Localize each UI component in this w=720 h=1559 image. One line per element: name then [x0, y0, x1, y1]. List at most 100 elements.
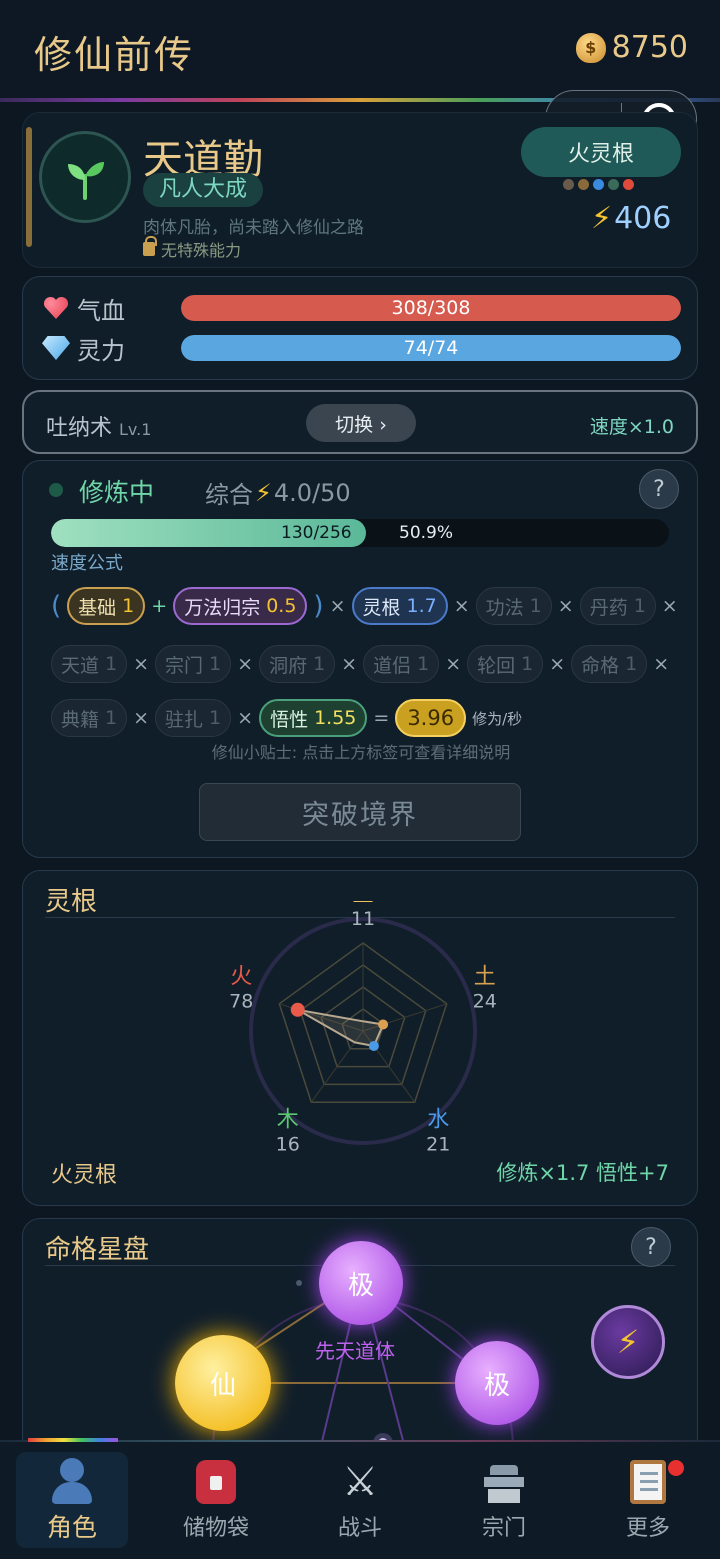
spirit-root-name: 火灵根 [51, 1163, 118, 1188]
formula-line-2: 天道 1 × 宗门 1 × 洞府 1 × 道侣 1 × 轮回 1 × 命格 1 × [51, 645, 669, 683]
avatar[interactable] [39, 131, 131, 223]
radar-element-value: 16 [276, 1134, 300, 1156]
cultivation-progress-bar: 130/256 50.9% [51, 519, 669, 547]
lightning-icon: ⚡ [255, 478, 272, 507]
switch-technique-button[interactable]: 切换 › [306, 404, 416, 442]
trait-label: 先天道体 [315, 1339, 395, 1363]
factor-reincarnation[interactable]: 轮回 1 [467, 645, 544, 683]
close-paren: ) [313, 591, 324, 621]
radar-point [368, 1040, 379, 1051]
coin-balance: $ 8750 [575, 30, 688, 65]
ability-row: 无特殊能力 [143, 236, 241, 261]
nav-character[interactable]: 角色 [16, 1452, 128, 1548]
technique-name: 吐纳术 Lv.1 [46, 410, 151, 442]
mp-label: 灵力 [77, 336, 125, 365]
mp-row: 灵力 74/74 [41, 331, 681, 365]
technique-speed: 速度×1.0 [589, 416, 674, 438]
progress-percent: 50.9% [399, 523, 454, 543]
bottom-nav: 角色 储物袋 ⚔ 战斗 宗门 更多 [0, 1442, 720, 1559]
times-sign: × [549, 653, 566, 675]
nav-label: 角色 [46, 1513, 97, 1542]
factor-value: 1 [313, 653, 326, 675]
radar-element-label: 土 [474, 964, 496, 989]
root-dot [593, 179, 604, 190]
help-button[interactable]: ? [631, 1227, 671, 1267]
factor-fate[interactable]: 命格 1 [571, 645, 648, 683]
radar-element-value: 21 [426, 1134, 450, 1156]
nav-label: 储物袋 [182, 1516, 249, 1541]
spirit-root-radar: 金11 土24 水21 木16 火78 [229, 901, 497, 1156]
header: 修仙前传 $ 8750 [0, 0, 720, 100]
nav-more[interactable]: 更多 [592, 1452, 704, 1548]
technique-card: 吐纳术 Lv.1 切换 › 速度×1.0 [22, 390, 698, 454]
factor-pill[interactable]: 丹药 1 [579, 587, 656, 625]
cultivation-card: 修炼中 综合 ⚡ 4.0/50 ? 130/256 50.9% 速度公式 ( 基… [22, 460, 698, 858]
factor-value: 1.7 [406, 595, 437, 617]
factor-cave[interactable]: 洞府 1 [259, 645, 336, 683]
destiny-orb-top[interactable]: 极 [319, 1241, 403, 1325]
factor-root[interactable]: 灵根 1.7 [351, 587, 448, 625]
factor-base[interactable]: 基础 1 [67, 587, 146, 625]
radar-element-label: 水 [427, 1108, 449, 1133]
factor-insight[interactable]: 悟性 1.55 [259, 699, 368, 737]
factor-value: 1 [209, 707, 222, 729]
realm-description: 肉体凡胎，尚未踏入修仙之路 [143, 218, 364, 238]
lightning-icon: ⚡ [591, 201, 613, 236]
times-sign: × [237, 653, 254, 675]
times-sign: × [329, 595, 346, 617]
factor-method[interactable]: 功法 1 [475, 587, 552, 625]
factor-value: 1 [417, 653, 430, 675]
factor-station[interactable]: 驻扎 1 [155, 699, 232, 737]
times-sign: × [341, 653, 358, 675]
hp-label: 气血 [77, 296, 125, 325]
times-sign: × [453, 595, 470, 617]
spirit-root-card: 灵根 金11 土24 水21 木16 火78 火灵根 修炼×1.7 悟性+7 [22, 870, 698, 1206]
progress-count: 130/256 [281, 523, 352, 543]
factor-heaven[interactable]: 天道 1 [51, 645, 128, 683]
times-sign: × [237, 707, 254, 729]
factor-sect[interactable]: 宗门 1 [155, 645, 232, 683]
radar-element-label: 火 [230, 964, 252, 989]
radar-point [378, 1019, 389, 1030]
factor-value: 1 [521, 653, 534, 675]
root-dot [623, 179, 634, 190]
factor-value: 1 [209, 653, 222, 675]
hp-text: 308/308 [391, 297, 471, 319]
factor-value: 1 [105, 653, 118, 675]
root-dot [563, 179, 574, 190]
times-sign: × [133, 707, 150, 729]
speed-result[interactable]: 3.96 [395, 699, 467, 737]
destiny-orb-right[interactable]: 极 [455, 1341, 539, 1425]
factor-partner[interactable]: 道侣 1 [363, 645, 440, 683]
factor-wanfa[interactable]: 万法归宗 0.5 [173, 587, 308, 625]
formula-label: 速度公式 [51, 553, 123, 574]
mp-bar: 74/74 [181, 335, 681, 361]
power-value: 406 [614, 201, 672, 236]
factor-name: 悟性 [270, 708, 309, 731]
nav-sect[interactable]: 宗门 [448, 1452, 560, 1548]
lightning-icon[interactable]: ⚡ [591, 1305, 665, 1379]
nav-battle[interactable]: ⚔ 战斗 [304, 1452, 416, 1548]
factor-book[interactable]: 典籍 1 [51, 699, 128, 737]
coin-value: 8750 [611, 30, 688, 65]
factor-name: 万法归宗 [184, 596, 261, 619]
nav-bag[interactable]: 储物袋 [160, 1452, 272, 1548]
spirit-root-button[interactable]: 火灵根 [521, 127, 681, 177]
breakthrough-button[interactable]: 突破境界 [199, 783, 521, 841]
radar-element-value: 24 [473, 990, 497, 1012]
nav-label: 宗门 [481, 1516, 526, 1541]
power-display: ⚡ 406 [591, 201, 671, 236]
castle-icon [480, 1458, 528, 1506]
root-dot [578, 179, 589, 190]
factor-value: 1 [529, 595, 542, 617]
money-bag-icon: $ [575, 32, 606, 63]
factor-name: 天道 [61, 654, 100, 677]
equals-sign: = [373, 707, 390, 729]
clipboard-icon [624, 1458, 672, 1506]
destiny-orb-left[interactable]: 仙 [175, 1335, 271, 1431]
times-sign: × [653, 653, 670, 675]
app-title: 修仙前传 [34, 33, 195, 77]
help-button[interactable]: ? [639, 469, 679, 509]
factor-name: 命格 [581, 654, 620, 677]
technique-title: 吐纳术 [46, 416, 113, 441]
